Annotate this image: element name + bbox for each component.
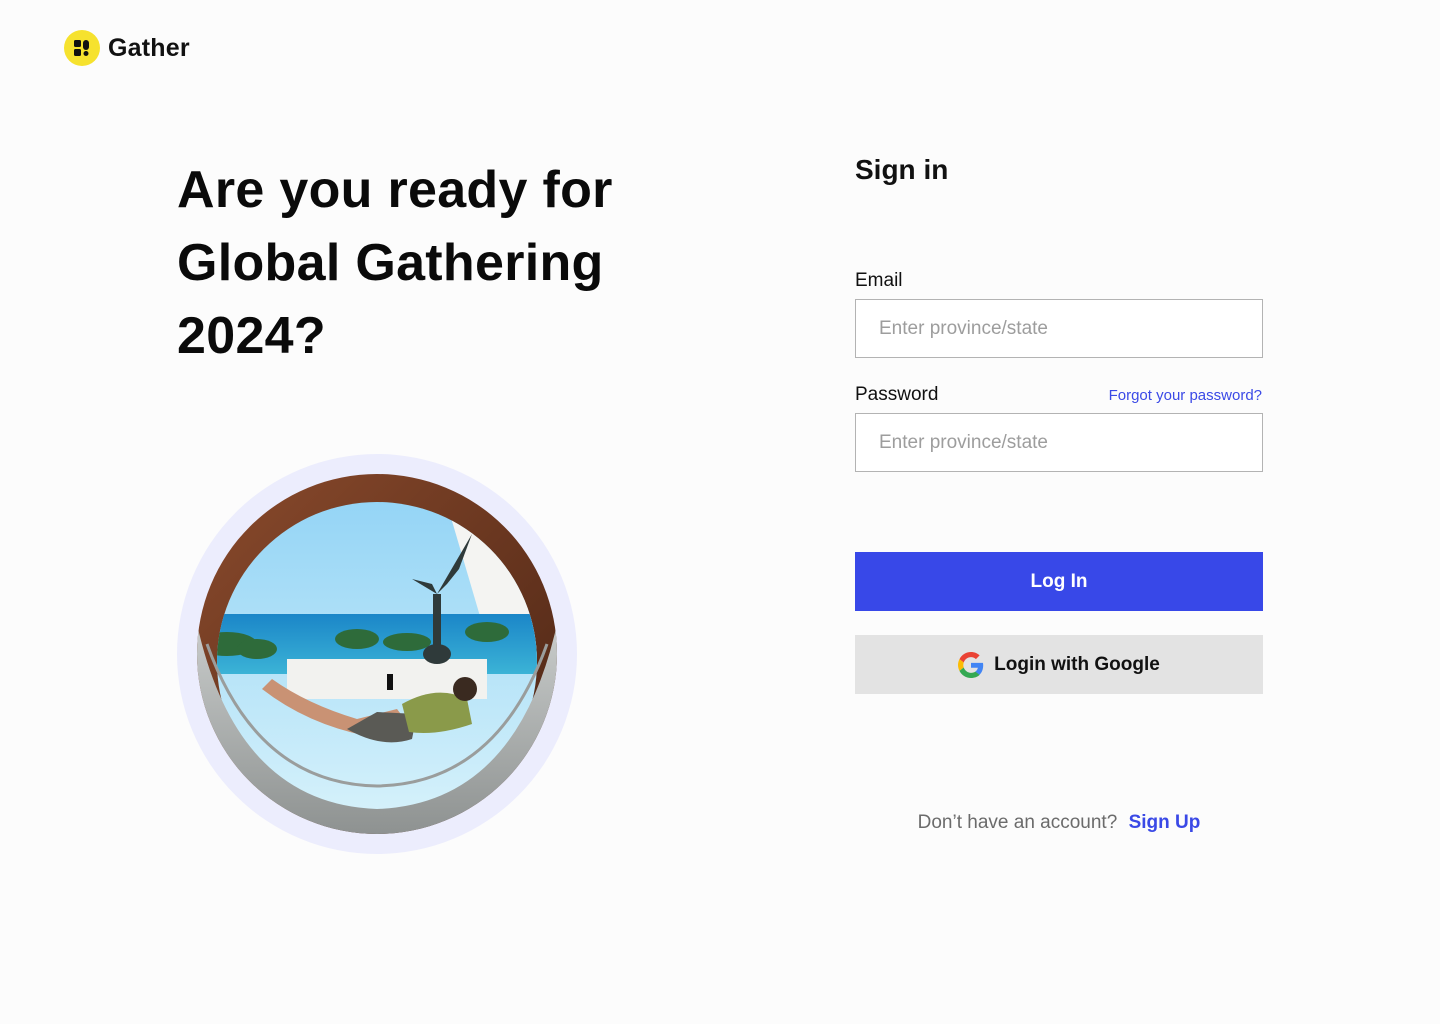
- page-headline: Are you ready for Global Gathering 2024?: [177, 161, 613, 365]
- hero-photo: [197, 474, 557, 834]
- google-login-button[interactable]: Login with Google: [855, 635, 1263, 694]
- google-login-label: Login with Google: [994, 653, 1160, 675]
- brand-name: Gather: [108, 33, 190, 62]
- password-label: Password: [855, 384, 939, 405]
- brand-logo[interactable]: Gather: [64, 29, 190, 67]
- signin-title: Sign in: [855, 154, 949, 185]
- password-input[interactable]: [855, 413, 1263, 472]
- email-label: Email: [855, 270, 903, 291]
- gather-logo-icon: [64, 30, 100, 66]
- email-input[interactable]: [855, 299, 1263, 358]
- signup-link[interactable]: Sign Up: [1129, 812, 1201, 833]
- forgot-password-link[interactable]: Forgot your password?: [1109, 387, 1262, 404]
- login-button[interactable]: Log In: [855, 552, 1263, 611]
- signup-prompt: Don’t have an account?: [917, 812, 1118, 833]
- google-icon: [958, 651, 984, 678]
- signup-row: Don’t have an account? Sign Up: [855, 812, 1263, 834]
- hero-image-ring: [177, 454, 577, 854]
